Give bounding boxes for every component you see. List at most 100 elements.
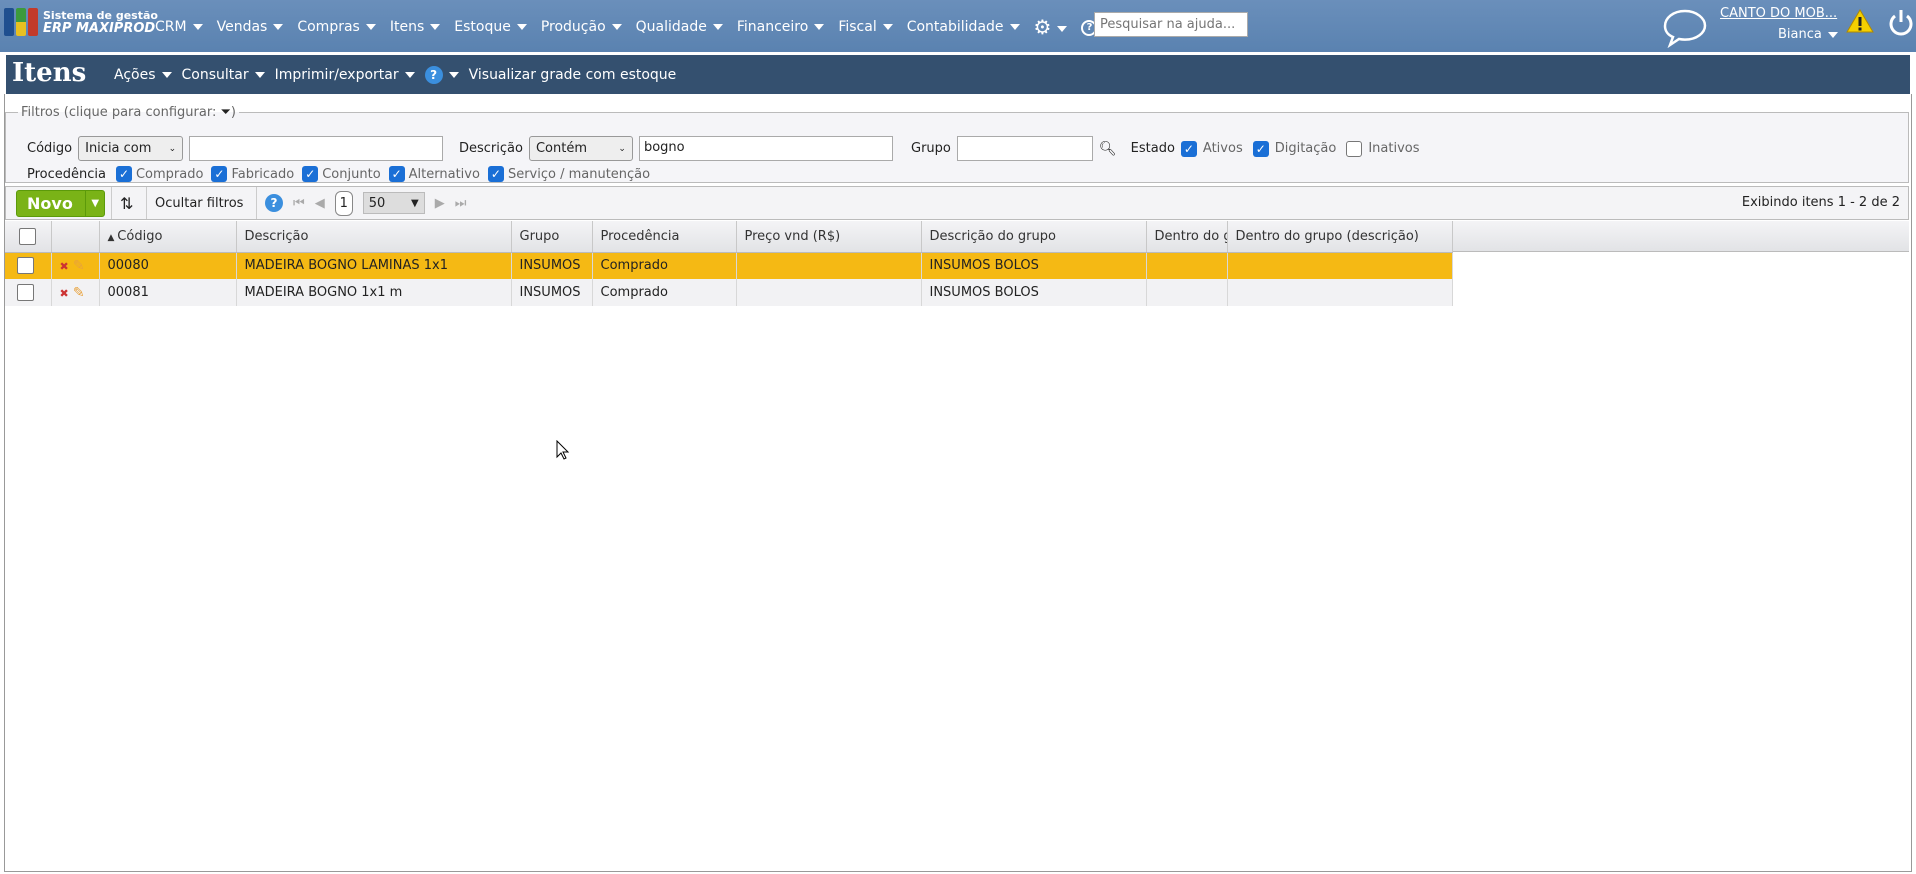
acoes-menu[interactable]: Ações [114,67,172,83]
mouse-cursor-icon [556,440,570,460]
grupo-input[interactable] [956,136,1093,161]
table-row[interactable]: ✖ ✎ 00080 MADEIRA BOGNO LAMINAS 1x1 INSU… [5,252,1453,279]
logo-icon [4,8,38,36]
first-page-icon[interactable]: ⏮ [293,196,305,211]
visualizar-grade-link[interactable]: Visualizar grade com estoque [469,67,677,83]
servico-checkbox[interactable]: ✓ [487,166,504,182]
grupo-label: Grupo [911,141,951,156]
select-all-checkbox[interactable] [5,221,52,253]
codigo-label: Código [27,141,73,156]
conjunto-checkbox[interactable]: ✓ [302,166,319,182]
ativos-checkbox[interactable]: ✓ [1180,140,1197,157]
comprado-checkbox[interactable]: ✓ [115,166,132,182]
nav-itens[interactable]: Itens [390,19,441,35]
codigo-mode-select[interactable]: Inicia com ⌄ [78,136,184,161]
user-menu[interactable]: Bianca [1778,27,1838,42]
ocultar-filtros-button[interactable]: Ocultar filtros [146,187,243,219]
procedencia-label: Procedência [27,166,106,182]
descricao-mode-select[interactable]: Contém ⌄ [528,136,633,161]
items-table: ▲ Código Descrição Grupo Procedência Pre… [5,221,1453,306]
estado-label: Estado [1130,141,1175,156]
table-row[interactable]: ✖ ✎ 00081 MADEIRA BOGNO 1x1 m INSUMOS Co… [5,279,1453,306]
company-link[interactable]: CANTO DO MOB... [1720,6,1837,21]
inativos-label: Inativos [1368,141,1420,156]
alternativo-checkbox[interactable]: ✓ [388,166,405,182]
power-icon[interactable] [1888,8,1914,38]
novo-button[interactable]: Novo ▼ [16,190,105,217]
cell-codigo: 00081 [99,279,237,306]
nav-compras[interactable]: Compras [297,19,376,35]
search-icon[interactable]: 🔍︎ [1099,141,1117,157]
page-size-select[interactable]: 50 ▼ [362,192,425,214]
help-icon[interactable]: ? [265,194,283,212]
cell-preco [736,252,922,279]
grid-toolbar: Novo ▼ ⇅ Ocultar filtros ? ⏮ ◀ 1 50 ▼ ▶ ⏭ … [5,186,1909,220]
chat-icon[interactable] [1662,8,1708,48]
cell-procedencia: Comprado [592,279,737,306]
novo-dropdown-icon[interactable]: ▼ [85,191,104,216]
cell-descricao: MADEIRA BOGNO LAMINAS 1x1 [236,252,512,279]
cell-descricao-grupo: INSUMOS BOLOS [921,252,1147,279]
col-descricao[interactable]: Descrição [236,221,512,253]
nav-vendas[interactable]: Vendas [217,19,284,35]
nav-crm[interactable]: CRM [155,19,203,35]
prev-page-icon[interactable]: ◀ [315,196,325,211]
cell-grupo: INSUMOS [511,279,593,306]
nav-qualidade[interactable]: Qualidade [636,19,723,35]
nav-contabilidade[interactable]: Contabilidade [907,19,1020,35]
help-icon[interactable]: ? [424,66,459,84]
consultar-menu[interactable]: Consultar [182,67,265,83]
cell-descricao: MADEIRA BOGNO 1x1 m [236,279,512,306]
descricao-input[interactable]: bogno [638,136,893,161]
col-dentro-grupo[interactable]: Dentro do grupo [1146,221,1228,253]
nav-producao[interactable]: Produção [541,19,622,35]
last-page-icon[interactable]: ⏭ [455,196,467,211]
nav-fiscal[interactable]: Fiscal [838,19,893,35]
next-page-icon[interactable]: ▶ [435,196,445,211]
col-procedencia[interactable]: Procedência [592,221,737,253]
col-codigo[interactable]: ▲ Código [99,221,237,253]
cell-descricao-grupo: INSUMOS BOLOS [921,279,1147,306]
cell-dentro-grupo [1146,279,1228,306]
codigo-input[interactable] [189,136,444,161]
ativos-label: Ativos [1202,141,1243,156]
row-checkbox[interactable] [17,284,34,301]
cell-grupo: INSUMOS [511,252,593,279]
page-input[interactable]: 1 [334,190,353,216]
conjunto-label: Conjunto [322,166,381,182]
fabricado-checkbox[interactable]: ✓ [211,166,228,182]
gear-icon[interactable]: ⚙ [1034,15,1068,39]
edit-icon[interactable]: ✎ [73,285,85,301]
sort-asc-icon: ▲ [107,232,118,243]
page-title: Itens [12,58,87,88]
alternativo-label: Alternativo [408,166,480,182]
col-preco[interactable]: Preço vnd (R$) [736,221,922,253]
row-checkbox[interactable] [17,257,34,275]
col-descricao-grupo[interactable]: Descrição do grupo [921,221,1147,253]
delete-icon[interactable]: ✖ [60,260,69,273]
chevron-down-icon: ⌄ [168,143,177,154]
delete-icon[interactable]: ✖ [60,287,69,300]
cell-procedencia: Comprado [592,252,737,279]
digitacao-checkbox[interactable]: ✓ [1252,140,1269,157]
col-grupo[interactable]: Grupo [511,221,593,253]
refresh-icon[interactable]: ⇅ [111,187,151,219]
inativos-checkbox[interactable] [1346,140,1363,157]
logo-line2: ERP MAXIPROD [43,21,156,36]
chevron-down-icon: ⌄ [618,143,626,154]
logo[interactable]: Sistema de gestão ERP MAXIPROD [4,8,158,36]
help-search-input[interactable] [1094,12,1248,37]
comprado-label: Comprado [135,166,204,182]
servico-label: Serviço / manutenção [507,166,651,182]
imprimir-exportar-menu[interactable]: Imprimir/exportar [275,67,415,83]
col-dentro-grupo-descricao[interactable]: Dentro do grupo (descrição) [1227,221,1453,253]
edit-icon[interactable]: ✎ [73,258,85,274]
warning-icon[interactable] [1846,8,1874,34]
filters-legend[interactable]: Filtros (clique para configurar: ⏷) [18,105,239,120]
nav-estoque[interactable]: Estoque [454,19,527,35]
actions-header [51,221,100,253]
filter-icon[interactable]: ⏷ [220,105,230,120]
cell-dentro-grupo-descricao [1227,279,1453,306]
header-filler [1452,221,1909,252]
nav-financeiro[interactable]: Financeiro [737,19,825,35]
